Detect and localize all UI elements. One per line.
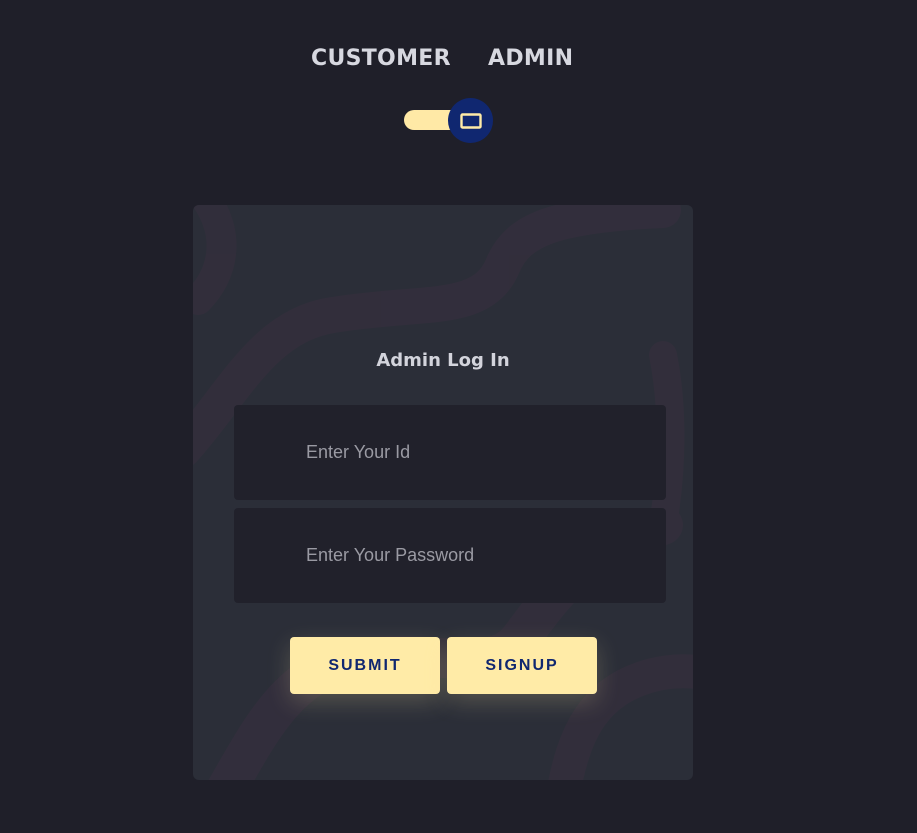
password-input[interactable]	[234, 508, 666, 603]
signup-button[interactable]: SIGNUP	[447, 637, 597, 694]
login-card: Admin Log In SUBMIT SIGNUP	[193, 205, 693, 780]
login-title: Admin Log In	[376, 350, 510, 371]
tab-customer[interactable]: CUSTOMER	[311, 42, 451, 76]
toggle-knob[interactable]	[448, 98, 493, 143]
monitor-icon	[459, 112, 482, 129]
mode-toggle-switch[interactable]	[404, 98, 494, 143]
tab-admin[interactable]: ADMIN	[488, 42, 573, 76]
submit-button[interactable]: SUBMIT	[290, 637, 440, 694]
id-input[interactable]	[234, 405, 666, 500]
mode-tabs: CUSTOMER ADMIN	[0, 42, 917, 76]
